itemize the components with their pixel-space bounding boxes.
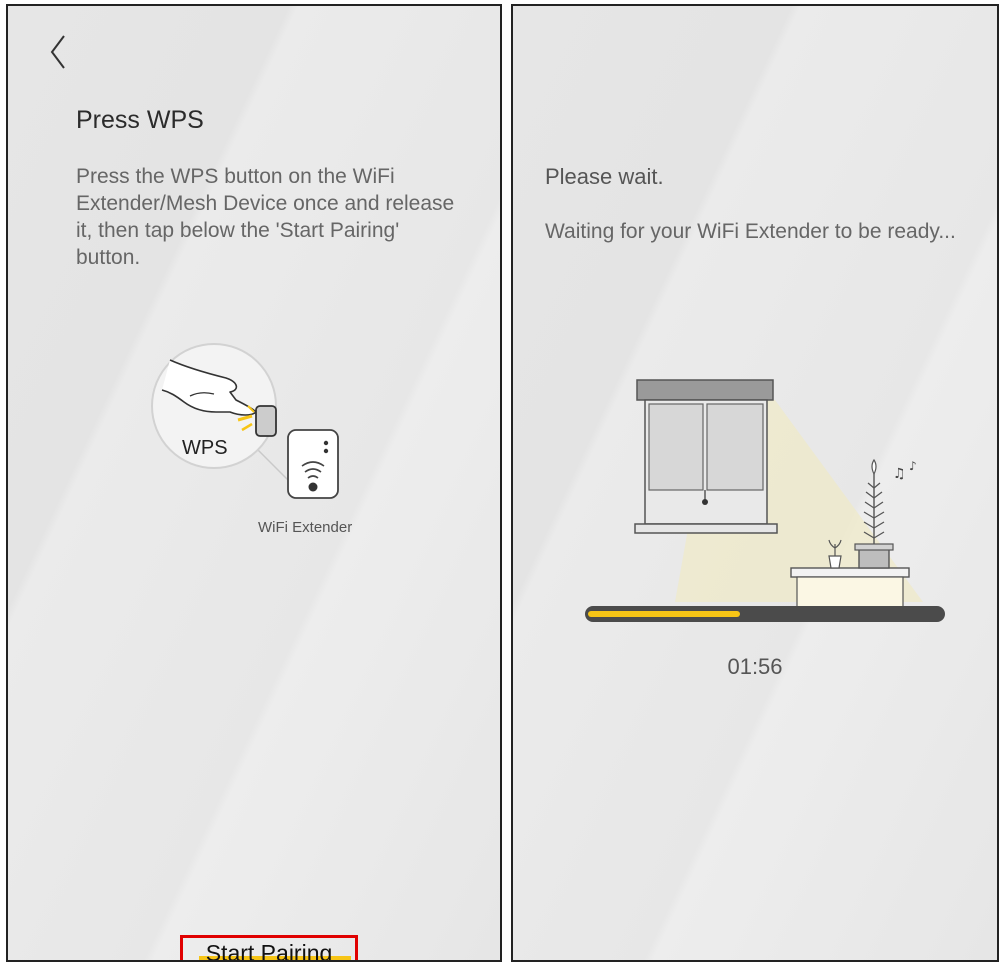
wps-label: WPS bbox=[182, 437, 228, 459]
wps-press-illustration: WPS WiFi Extender bbox=[151, 343, 352, 536]
countdown-timer: 01:56 bbox=[727, 654, 783, 679]
wait-title: Please wait. bbox=[545, 164, 664, 189]
window-plant-illustration: ♫ ♪ bbox=[634, 379, 923, 608]
chevron-left-icon bbox=[50, 35, 65, 69]
svg-text:♪: ♪ bbox=[909, 459, 917, 473]
page-title: Press WPS bbox=[76, 106, 204, 134]
pairing-screen: Press WPS Press the WPS button on the Wi… bbox=[6, 4, 502, 962]
svg-text:♫: ♫ bbox=[893, 466, 906, 482]
wps-illustration: WPS WiFi Extender bbox=[140, 342, 380, 542]
waiting-screen: Please wait. Waiting for your WiFi Exten… bbox=[511, 4, 999, 962]
device-label: WiFi Extender bbox=[258, 519, 352, 536]
start-pairing-button[interactable]: Start Pairing bbox=[180, 935, 358, 962]
start-pairing-label: Start Pairing bbox=[205, 940, 333, 962]
progress-fill bbox=[588, 611, 740, 617]
progress-bar bbox=[585, 606, 945, 622]
wait-description: Waiting for your WiFi Extender to be rea… bbox=[545, 220, 956, 243]
room-illustration: ♫ ♪ bbox=[583, 374, 963, 610]
back-button[interactable] bbox=[38, 30, 78, 74]
instructions-text: Press the WPS button on the WiFi Extende… bbox=[76, 165, 455, 269]
